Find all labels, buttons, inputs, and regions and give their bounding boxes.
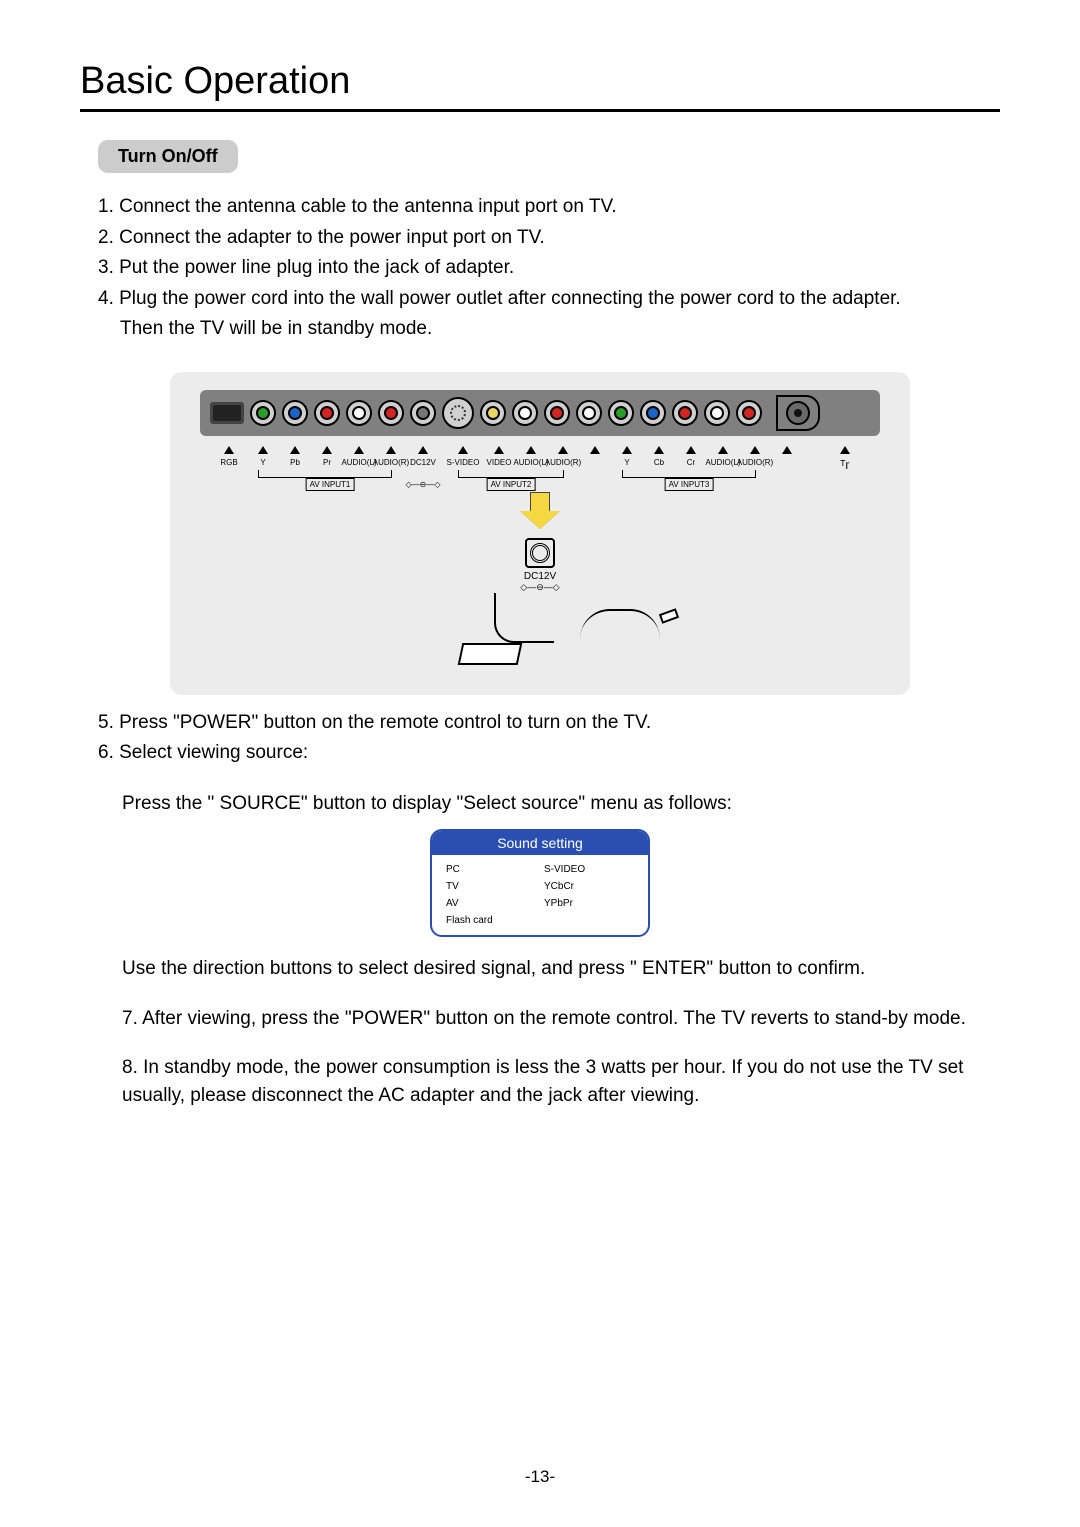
step-2: 2. Connect the adapter to the power inpu… xyxy=(98,224,1000,253)
page-number: -13- xyxy=(0,1467,1080,1487)
label-sv: S-VIDEO xyxy=(447,458,480,467)
step-6-sub1: Press the " SOURCE" button to display "S… xyxy=(122,790,982,818)
source-item-av: AV xyxy=(442,895,540,912)
label-al2: AUDIO(L) xyxy=(513,458,548,467)
step-4-line2: Then the TV will be in standby mode. xyxy=(98,315,1000,344)
source-item-ycbcr: YCbCr xyxy=(540,878,638,895)
dc-polarity-symbol-2: ◇—⊖—◇ xyxy=(480,582,600,593)
label-cb: Cb xyxy=(654,458,664,467)
step-5: 5. Press "POWER" button on the remote co… xyxy=(98,709,1000,738)
step-6: 6. Select viewing source: xyxy=(98,739,1000,768)
step-6-sub2: Use the direction buttons to select desi… xyxy=(122,955,982,983)
source-menu-col2: S-VIDEO YCbCr YPbPr xyxy=(540,861,638,929)
port-labels: RGB Y Pb Pr AUDIO(L) AUDIO(R) DC12V S-VI… xyxy=(200,446,880,496)
source-item-pc: PC xyxy=(442,861,540,878)
rear-panel-diagram: RGB Y Pb Pr AUDIO(L) AUDIO(R) DC12V S-VI… xyxy=(170,372,910,695)
label-av-input1: AV INPUT1 xyxy=(306,478,355,491)
antenna-port-icon xyxy=(776,395,820,431)
section-badge: Turn On/Off xyxy=(98,140,238,173)
jack-ypbpr-pr xyxy=(314,400,340,426)
label-av-input2: AV INPUT2 xyxy=(487,478,536,491)
antenna-symbol: ᵀᴦ xyxy=(840,458,850,472)
label-cr: Cr xyxy=(687,458,695,467)
label-pb: Pb xyxy=(290,458,300,467)
label-y2: Y xyxy=(624,458,629,467)
source-menu: Sound setting PC TV AV Flash card S-VIDE… xyxy=(430,829,650,937)
step-1: 1. Connect the antenna cable to the ante… xyxy=(98,193,1000,222)
label-ar3: AUDIO(R) xyxy=(737,458,773,467)
label-y1: Y xyxy=(260,458,265,467)
adapter-brick-icon xyxy=(458,643,523,665)
source-item-svideo: S-VIDEO xyxy=(540,861,638,878)
label-av-input3: AV INPUT3 xyxy=(665,478,714,491)
jack-ycbcr-cb xyxy=(640,400,666,426)
connector-strip xyxy=(200,390,880,436)
label-ar2: AUDIO(R) xyxy=(545,458,581,467)
power-arrow-icon xyxy=(520,492,560,532)
adapter-diagram: DC12V ◇—⊖—◇ xyxy=(480,538,600,665)
step-8: 8. In standby mode, the power consumptio… xyxy=(122,1054,982,1109)
jack-ycbcr-cr xyxy=(672,400,698,426)
jack-audio-r-3 xyxy=(736,400,762,426)
svideo-port-icon xyxy=(442,397,474,429)
dc-plug-label: DC12V xyxy=(480,571,600,582)
jack-audio-r-2 xyxy=(576,400,602,426)
label-dc: DC12V xyxy=(410,458,436,467)
step-4-line1: 4. Plug the power cord into the wall pow… xyxy=(98,285,1000,314)
source-menu-col1: PC TV AV Flash card xyxy=(442,861,540,929)
jack-ycbcr-y xyxy=(608,400,634,426)
dc-polarity-symbol-1: ◇—⊖—◇ xyxy=(405,480,440,489)
jack-svideo-out xyxy=(480,400,506,426)
label-rgb: RGB xyxy=(220,458,237,467)
page-title: Basic Operation xyxy=(80,60,1000,112)
source-menu-title: Sound setting xyxy=(432,831,648,855)
source-item-flash: Flash card xyxy=(442,912,540,929)
steps-list: 1. Connect the antenna cable to the ante… xyxy=(98,193,1000,344)
label-pr: Pr xyxy=(323,458,331,467)
jack-ypbpr-y xyxy=(250,400,276,426)
source-item-tv: TV xyxy=(442,878,540,895)
step-3: 3. Put the power line plug into the jack… xyxy=(98,254,1000,283)
vga-port-icon xyxy=(210,402,244,424)
jack-audio-r-1 xyxy=(378,400,404,426)
jack-video xyxy=(512,400,538,426)
jack-audio-l-3 xyxy=(704,400,730,426)
source-item-ypbpr: YPbPr xyxy=(540,895,638,912)
jack-ypbpr-pb xyxy=(282,400,308,426)
label-al1: AUDIO(L) xyxy=(341,458,376,467)
jack-audio-l-2 xyxy=(544,400,570,426)
label-al3: AUDIO(L) xyxy=(705,458,740,467)
plug-tip-icon xyxy=(659,608,679,624)
label-video: VIDEO xyxy=(487,458,512,467)
steps-list-2: 5. Press "POWER" button on the remote co… xyxy=(98,709,1000,768)
jack-dc12v xyxy=(410,400,436,426)
jack-audio-l-1 xyxy=(346,400,372,426)
dc-plug-icon xyxy=(525,538,555,568)
step-7: 7. After viewing, press the "POWER" butt… xyxy=(122,1005,982,1033)
label-ar1: AUDIO(R) xyxy=(373,458,409,467)
